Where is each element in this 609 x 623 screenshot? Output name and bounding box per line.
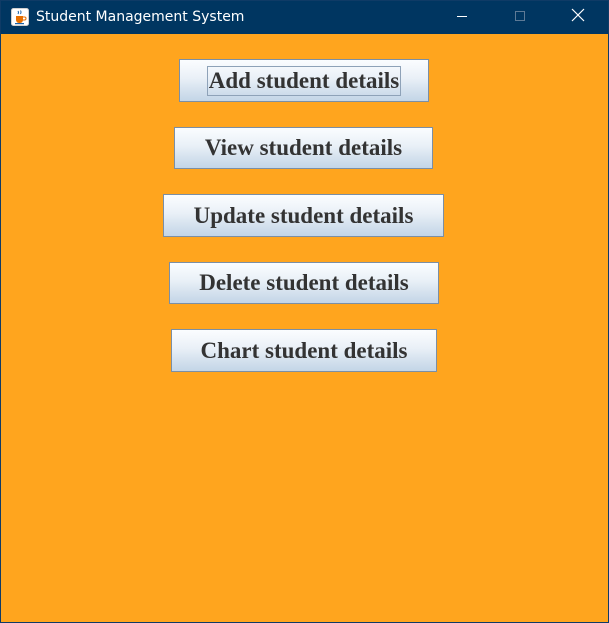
java-coffee-cup-icon[interactable] (11, 8, 29, 26)
delete-student-details-label: Delete student details (199, 270, 409, 295)
add-student-details-label: Add student details (206, 65, 402, 96)
close-button[interactable] (549, 1, 607, 34)
delete-student-details-button[interactable]: Delete student details (169, 262, 439, 304)
minimize-icon (456, 9, 468, 27)
update-student-details-label: Update student details (193, 202, 414, 228)
add-student-details-button[interactable]: Add student details (179, 59, 429, 102)
close-icon (571, 8, 585, 27)
app-window: Student Management System Add student de… (0, 0, 609, 623)
view-student-details-button[interactable]: View student details (174, 127, 433, 169)
minimize-button[interactable] (433, 1, 491, 34)
view-student-details-label: View student details (204, 135, 403, 160)
title-bar[interactable]: Student Management System (1, 1, 608, 34)
maximize-button[interactable] (491, 1, 549, 34)
content-panel: Add student details View student details… (1, 34, 608, 622)
chart-student-details-label: Chart student details (200, 337, 408, 363)
maximize-icon (514, 9, 526, 27)
window-title: Student Management System (36, 9, 245, 25)
chart-student-details-button[interactable]: Chart student details (171, 329, 437, 372)
update-student-details-button[interactable]: Update student details (163, 194, 444, 237)
